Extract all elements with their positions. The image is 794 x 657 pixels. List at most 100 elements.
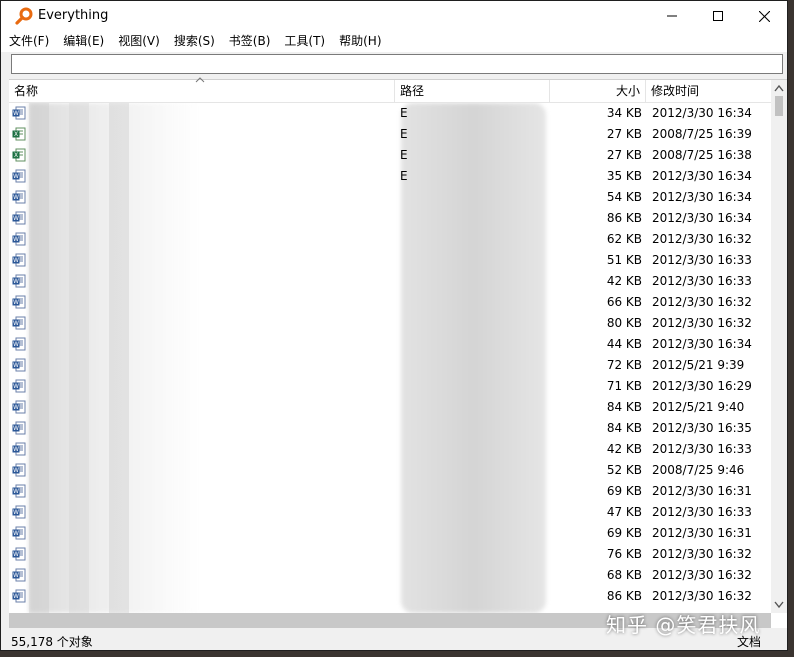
row-size: 86 KB — [606, 589, 642, 603]
word-doc-icon: W — [12, 253, 26, 267]
vertical-scrollbar[interactable] — [771, 80, 787, 613]
sort-ascending-icon — [195, 77, 205, 83]
word-doc-icon: W — [12, 274, 26, 288]
row-size: 35 KB — [606, 169, 642, 183]
menu-view[interactable]: 视图(V) — [111, 31, 167, 52]
object-count: 55,178 个对象 — [11, 635, 93, 649]
row-modified: 2012/3/30 16:34 — [652, 106, 752, 120]
row-modified: 2012/3/30 16:33 — [652, 505, 752, 519]
table-row[interactable]: W 44 KB 2012/3/30 16:34 — [9, 334, 771, 355]
word-doc-icon: W — [12, 568, 26, 582]
word-doc-icon: W — [12, 358, 26, 372]
table-row[interactable]: W 76 KB 2012/3/30 16:32 — [9, 544, 771, 565]
svg-text:X: X — [14, 131, 18, 138]
title-bar[interactable]: Everything — [1, 1, 787, 31]
excel-sheet-icon: X — [12, 127, 26, 141]
word-doc-icon: W — [12, 484, 26, 498]
word-doc-icon: W — [12, 526, 26, 540]
minimize-button[interactable] — [649, 1, 695, 31]
column-modified-label: 修改时间 — [651, 84, 700, 98]
table-row[interactable]: W 69 KB 2012/3/30 16:31 — [9, 523, 771, 544]
word-doc-icon: W — [12, 421, 26, 435]
svg-text:W: W — [13, 215, 19, 222]
svg-text:W: W — [13, 425, 19, 432]
row-size: 47 KB — [606, 505, 642, 519]
table-row[interactable]: W 69 KB 2012/3/30 16:31 — [9, 481, 771, 502]
scrollbar-thumb[interactable] — [775, 96, 783, 116]
word-doc-icon: W — [12, 295, 26, 309]
row-modified: 2012/3/30 16:34 — [652, 211, 752, 225]
table-row[interactable]: W E 35 KB 2012/3/30 16:34 — [9, 166, 771, 187]
menu-bookmarks[interactable]: 书签(B) — [222, 31, 278, 52]
table-row[interactable]: W 84 KB 2012/3/30 16:35 — [9, 418, 771, 439]
row-path: E — [400, 148, 408, 162]
table-row[interactable]: W 86 KB 2012/3/30 16:32 — [9, 586, 771, 607]
word-doc-icon: W — [12, 211, 26, 225]
row-path: E — [400, 169, 408, 183]
svg-text:W: W — [13, 509, 19, 516]
svg-text:W: W — [13, 320, 19, 327]
table-row[interactable]: W 68 KB 2012/3/30 16:32 — [9, 565, 771, 586]
table-row[interactable]: W 54 KB 2012/3/30 16:34 — [9, 187, 771, 208]
svg-text:W: W — [13, 194, 19, 201]
menu-bar: 文件(F) 编辑(E) 视图(V) 搜索(S) 书签(B) 工具(T) 帮助(H… — [1, 31, 787, 52]
svg-text:W: W — [13, 593, 19, 600]
table-row[interactable]: W 47 KB 2012/3/30 16:33 — [9, 502, 771, 523]
close-button[interactable] — [741, 1, 787, 31]
scroll-down-icon[interactable] — [774, 601, 784, 609]
menu-search[interactable]: 搜索(S) — [167, 31, 222, 52]
scroll-up-icon[interactable] — [774, 84, 784, 92]
svg-text:W: W — [13, 110, 19, 117]
row-modified: 2012/3/30 16:31 — [652, 526, 752, 540]
menu-edit[interactable]: 编辑(E) — [56, 31, 111, 52]
table-row[interactable]: W 80 KB 2012/3/30 16:32 — [9, 313, 771, 334]
table-row[interactable]: X E 27 KB 2008/7/25 16:39 — [9, 124, 771, 145]
menu-tools[interactable]: 工具(T) — [277, 31, 332, 52]
table-row[interactable]: W 51 KB 2012/3/30 16:33 — [9, 250, 771, 271]
table-row[interactable]: W 86 KB 2012/3/30 16:34 — [9, 208, 771, 229]
row-modified: 2012/3/30 16:32 — [652, 568, 752, 582]
table-row[interactable]: W E 34 KB 2012/3/30 16:34 — [9, 103, 771, 124]
table-row[interactable]: W 62 KB 2012/3/30 16:32 — [9, 229, 771, 250]
word-doc-icon: W — [12, 337, 26, 351]
row-modified: 2012/5/21 9:40 — [652, 400, 745, 414]
column-path-header[interactable]: 路径 — [395, 80, 550, 102]
row-size: 66 KB — [606, 295, 642, 309]
row-modified: 2012/3/30 16:34 — [652, 337, 752, 351]
maximize-button[interactable] — [695, 1, 741, 31]
row-size: 71 KB — [606, 379, 642, 393]
row-modified: 2012/3/30 16:33 — [652, 253, 752, 267]
magnifier-app-icon — [15, 7, 33, 25]
minimize-icon — [667, 15, 677, 17]
svg-text:W: W — [13, 572, 19, 579]
row-size: 86 KB — [606, 211, 642, 225]
word-doc-icon: W — [12, 232, 26, 246]
row-modified: 2012/3/30 16:32 — [652, 232, 752, 246]
table-row[interactable]: W 52 KB 2008/7/25 9:46 — [9, 460, 771, 481]
rows-container: W E 34 KB 2012/3/30 16:34 X E 27 KB 2008/7/25 1… — [9, 103, 771, 613]
table-row[interactable]: X E 27 KB 2008/7/25 16:38 — [9, 145, 771, 166]
row-path: E — [400, 127, 408, 141]
close-icon — [758, 10, 770, 22]
svg-text:W: W — [13, 236, 19, 243]
search-input[interactable] — [11, 54, 783, 74]
menu-file[interactable]: 文件(F) — [1, 31, 56, 52]
column-modified-header[interactable]: 修改时间 — [646, 80, 771, 102]
row-size: 84 KB — [606, 421, 642, 435]
column-name-header[interactable]: 名称 — [9, 77, 395, 102]
svg-text:W: W — [13, 278, 19, 285]
row-size: 69 KB — [606, 484, 642, 498]
row-modified: 2012/3/30 16:31 — [652, 484, 752, 498]
word-doc-icon: W — [12, 589, 26, 603]
table-row[interactable]: W 71 KB 2012/3/30 16:29 — [9, 376, 771, 397]
row-size: 27 KB — [606, 127, 642, 141]
table-row[interactable]: W 72 KB 2012/5/21 9:39 — [9, 355, 771, 376]
column-size-header[interactable]: 大小 — [550, 80, 646, 102]
table-row[interactable]: W 66 KB 2012/3/30 16:32 — [9, 292, 771, 313]
table-row[interactable]: W 42 KB 2012/3/30 16:33 — [9, 271, 771, 292]
table-row[interactable]: W 42 KB 2012/3/30 16:33 — [9, 439, 771, 460]
table-row[interactable]: W 84 KB 2012/5/21 9:40 — [9, 397, 771, 418]
row-modified: 2012/3/30 16:35 — [652, 421, 752, 435]
row-host: W E 34 KB 2012/3/30 16:34 X E 27 KB 2008/7/25 1… — [9, 103, 771, 607]
menu-help[interactable]: 帮助(H) — [332, 31, 388, 52]
